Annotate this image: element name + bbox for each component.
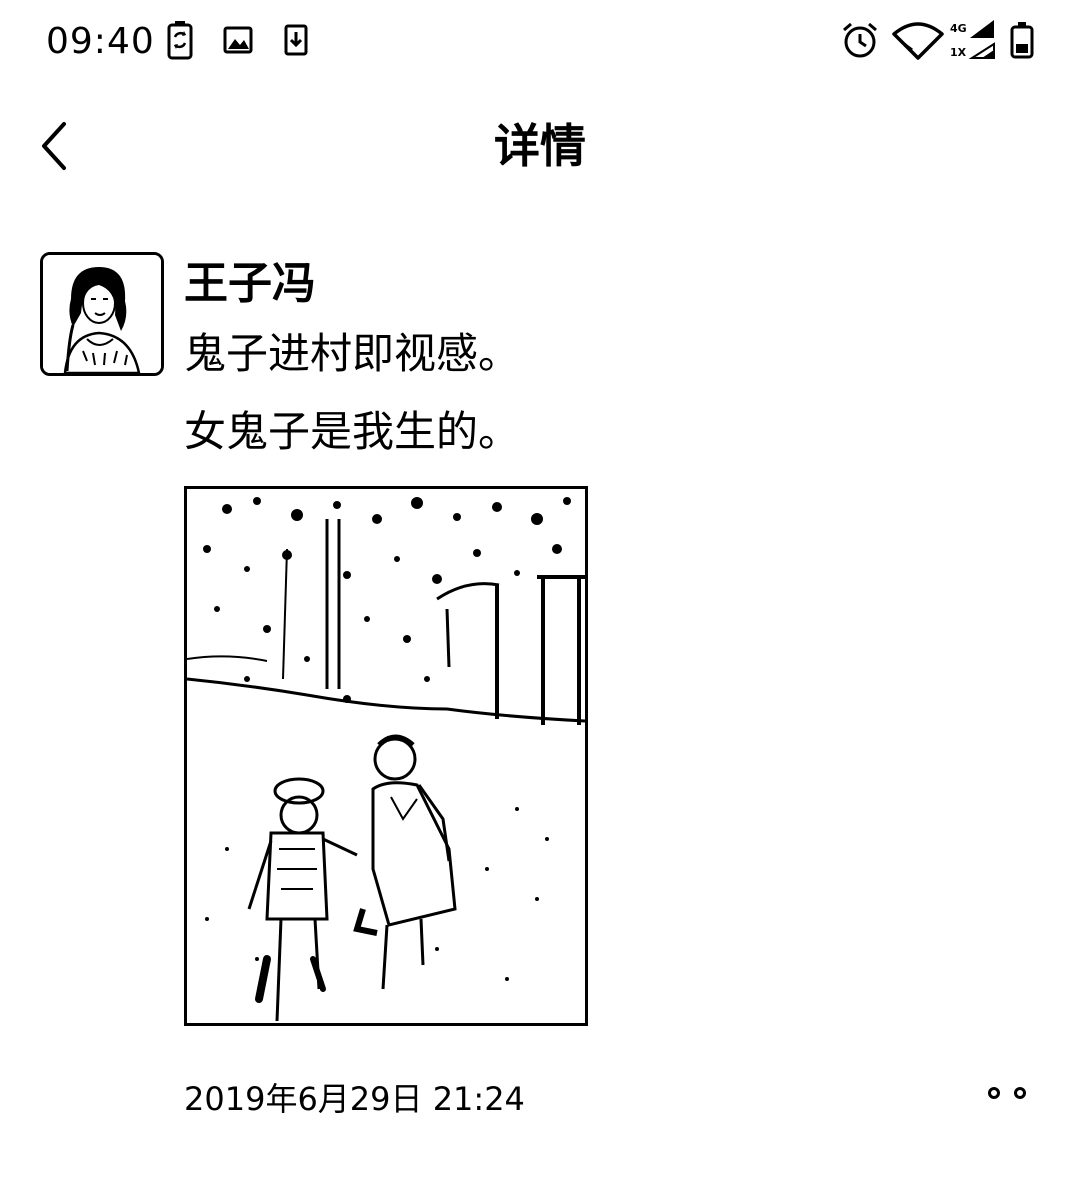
svg-text:1X: 1X <box>950 46 967 59</box>
post-photo[interactable] <box>184 486 588 1026</box>
more-dots-icon <box>988 1087 1000 1099</box>
alarm-icon <box>840 20 880 64</box>
image-icon <box>222 20 254 64</box>
post-text-line: 女鬼子是我生的。 <box>184 407 521 456</box>
battery-icon <box>1008 20 1036 64</box>
author-name[interactable]: 王子冯 <box>184 256 316 312</box>
wifi-icon <box>892 20 944 64</box>
svg-text:4G: 4G <box>950 22 967 35</box>
page-title: 详情 <box>494 119 586 173</box>
nav-bar: 详情 <box>0 96 1080 196</box>
author-avatar[interactable] <box>40 252 164 376</box>
post-text-line: 鬼子进村即视感。 <box>184 329 521 378</box>
download-icon <box>282 20 310 64</box>
post-timestamp: 2019年6月29日 21:24 <box>184 1080 525 1118</box>
more-button[interactable] <box>982 1076 1032 1110</box>
moment-detail-screen: 09:40 4G 1X 详情 王子冯 鬼子进村即视感。 女鬼子是我生的。 201… <box>0 0 1080 1194</box>
status-bar: 09:40 4G 1X <box>0 0 1080 84</box>
battery-sync-icon <box>166 20 194 64</box>
more-dots-icon <box>1014 1087 1026 1099</box>
status-time: 09:40 <box>46 21 155 62</box>
cellular-signal-icon: 4G 1X <box>948 18 998 66</box>
